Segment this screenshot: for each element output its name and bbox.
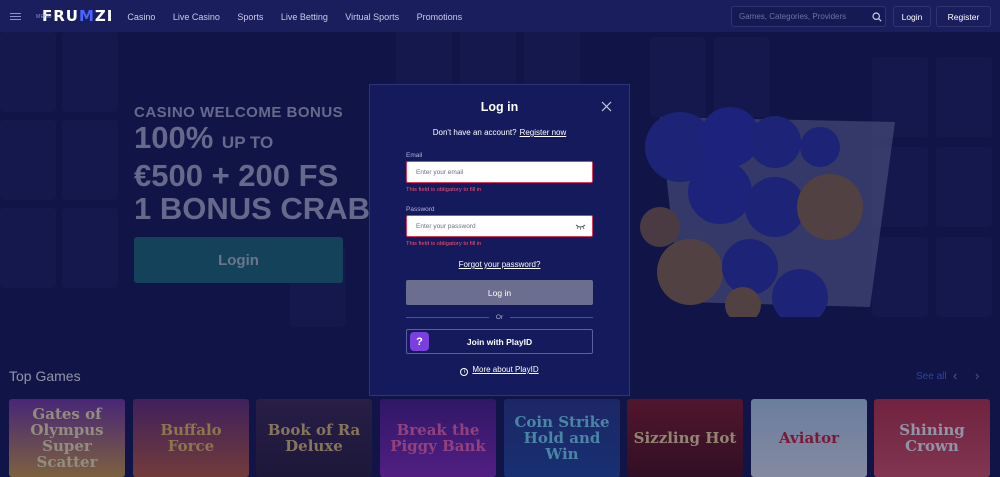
login-modal: Log in Don't have an account? Register no…	[369, 84, 630, 396]
no-account-text: Don't have an account? Register now	[432, 128, 567, 137]
top-header: MENU FRUMZI Casino Live Casino Sports Li…	[0, 0, 1000, 32]
playid-icon: ?	[410, 332, 429, 351]
menu-label: MENU	[36, 13, 52, 20]
email-label: Email	[406, 152, 423, 159]
email-input[interactable]	[407, 168, 567, 176]
password-label: Password	[406, 206, 435, 213]
nav-live-betting[interactable]: Live Betting	[281, 12, 328, 22]
menu-button[interactable]: MENU	[0, 0, 52, 32]
email-error: This field is obligatory to fill in	[406, 187, 482, 193]
more-about-playid[interactable]: i More about PlayID	[370, 365, 629, 376]
hamburger-icon	[9, 11, 21, 22]
site-logo[interactable]: FRUMZI	[42, 7, 113, 25]
register-now-link[interactable]: Register now	[520, 128, 567, 137]
login-submit-button[interactable]: Log in	[406, 280, 593, 305]
password-error: This field is obligatory to fill in	[406, 241, 482, 247]
password-field	[406, 215, 593, 237]
header-login-button[interactable]: Login	[893, 6, 931, 27]
nav-casino[interactable]: Casino	[127, 12, 155, 22]
header-register-button[interactable]: Register	[936, 6, 991, 27]
nav-live-casino[interactable]: Live Casino	[173, 12, 220, 22]
join-playid-button[interactable]: ? Join with PlayID	[406, 329, 593, 354]
search-icon[interactable]	[869, 11, 885, 22]
main-nav: Casino Live Casino Sports Live Betting V…	[127, 7, 475, 25]
nav-sports[interactable]: Sports	[237, 12, 263, 22]
nav-virtual-sports[interactable]: Virtual Sports	[345, 12, 399, 22]
forgot-password-link[interactable]: Forgot your password?	[370, 260, 629, 269]
nav-promotions[interactable]: Promotions	[417, 12, 463, 22]
search-box	[731, 6, 886, 27]
modal-title: Log in	[480, 100, 519, 114]
playid-button-label: Join with PlayID	[466, 336, 533, 347]
search-input[interactable]	[732, 12, 869, 21]
password-input[interactable]	[407, 222, 567, 230]
email-field	[406, 161, 593, 183]
eye-closed-icon[interactable]	[575, 224, 586, 230]
or-divider: Or	[406, 314, 594, 321]
info-icon: i	[460, 368, 469, 376]
close-icon[interactable]	[601, 101, 612, 112]
